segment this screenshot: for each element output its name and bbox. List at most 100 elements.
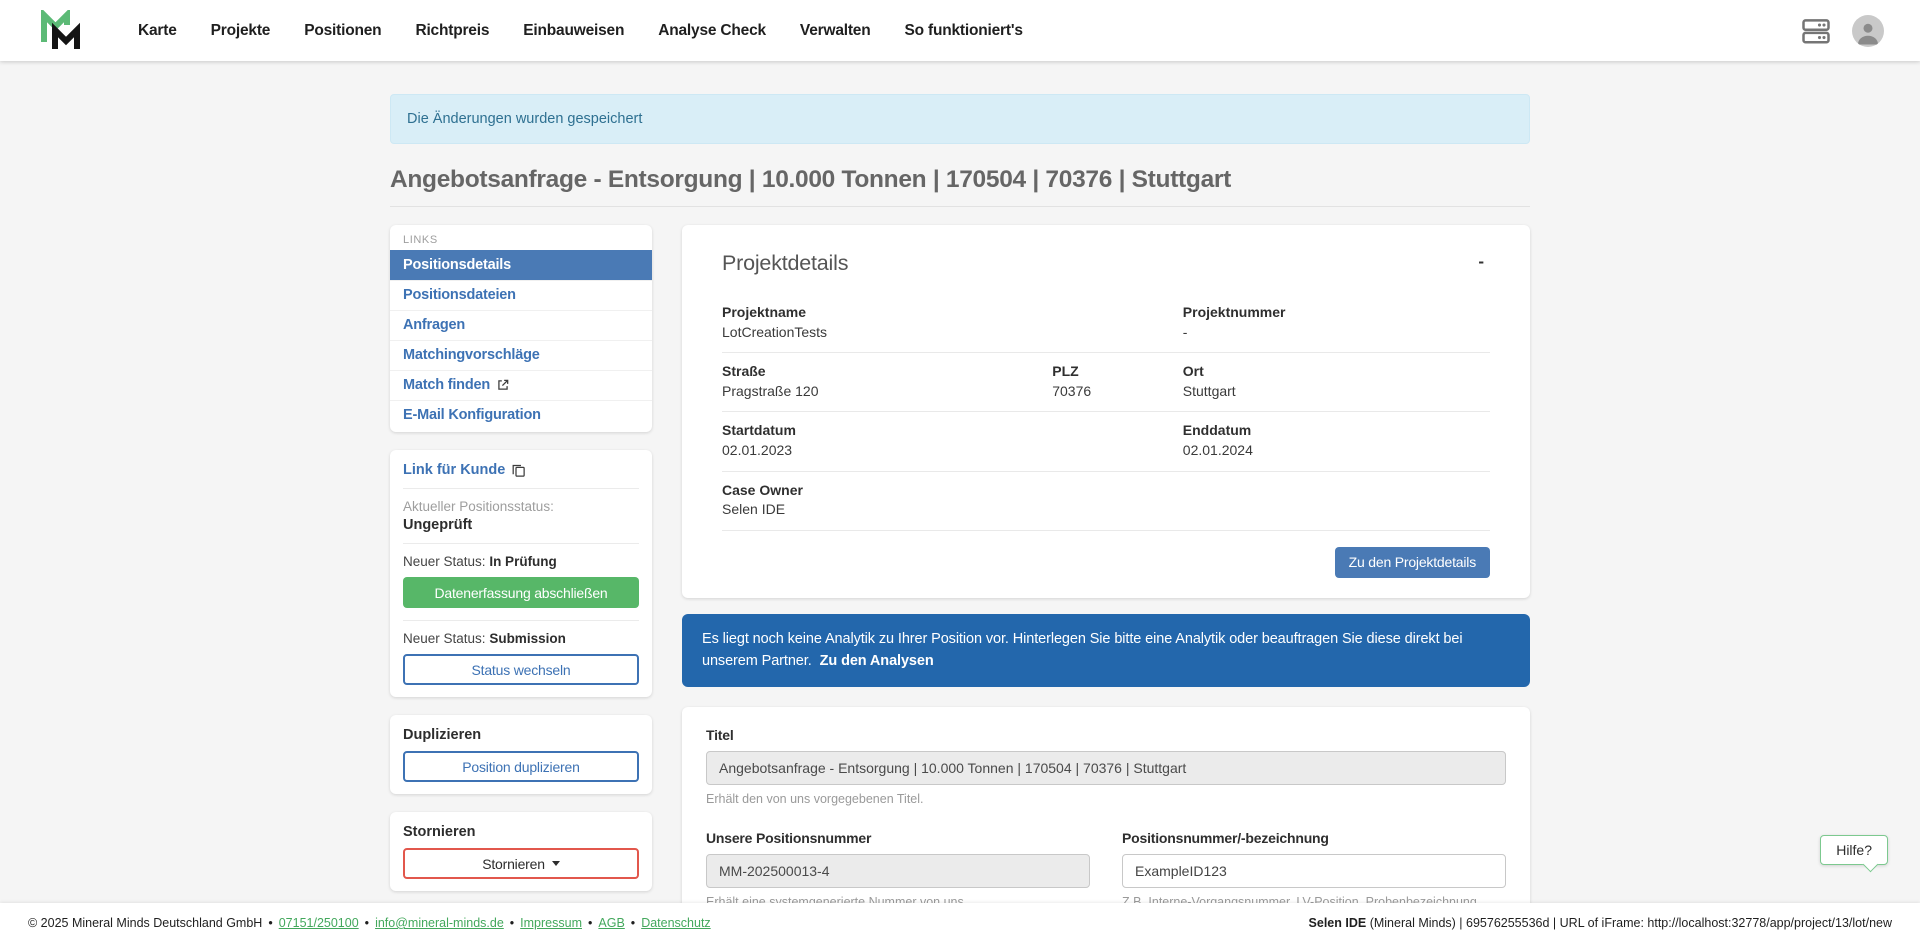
cancel-card-title: Stornieren bbox=[403, 824, 639, 840]
our-number-field: Unsere Positionsnummer Erhält eine syste… bbox=[706, 830, 1090, 909]
nav-item-einbauweisen[interactable]: Einbauweisen bbox=[523, 22, 624, 40]
session-info: Selen IDE (Mineral Minds) | 69576255536d… bbox=[1309, 916, 1892, 930]
person-icon bbox=[1852, 17, 1884, 47]
new-status-line-2: Neuer Status: Submission bbox=[403, 631, 639, 646]
help-button[interactable]: Hilfe? bbox=[1820, 835, 1888, 865]
duplicate-card-title: Duplizieren bbox=[403, 727, 639, 743]
analytics-banner-text: Es liegt noch keine Analytik zu Ihrer Po… bbox=[702, 631, 1462, 669]
footer: © 2025 Mineral Minds Deutschland GmbH • … bbox=[0, 903, 1920, 943]
nav-item-karte[interactable]: Karte bbox=[138, 22, 177, 40]
saved-alert: Die Änderungen wurden gespeichert bbox=[390, 94, 1530, 144]
new-status-value: Submission bbox=[489, 631, 566, 646]
nav-item-analyse-check[interactable]: Analyse Check bbox=[658, 22, 766, 40]
footer-datenschutz-link[interactable]: Datenschutz bbox=[641, 916, 710, 930]
position-number-input[interactable] bbox=[1122, 854, 1506, 888]
new-status-prefix: Neuer Status: bbox=[403, 554, 486, 569]
sidebar-item-email-konfiguration[interactable]: E-Mail Konfiguration bbox=[390, 400, 652, 430]
go-to-analyses-link[interactable]: Zu den Analysen bbox=[820, 653, 934, 669]
project-details-card: Projektdetails - Projektname LotCreation… bbox=[682, 225, 1530, 598]
field-value: 02.01.2023 bbox=[722, 441, 1183, 461]
mineral-minds-logo[interactable] bbox=[40, 10, 82, 52]
field-label: Projektname bbox=[722, 303, 1183, 323]
server-status-icon[interactable] bbox=[1800, 16, 1832, 46]
customer-link[interactable]: Link für Kunde bbox=[403, 462, 639, 489]
field-label: Straße bbox=[722, 362, 1052, 382]
field-label: Startdatum bbox=[722, 421, 1183, 441]
divider bbox=[403, 620, 639, 621]
user-avatar[interactable] bbox=[1852, 15, 1884, 47]
copyright-text: © 2025 Mineral Minds Deutschland GmbH bbox=[28, 916, 262, 930]
project-row-name-number: Projektname LotCreationTests Projektnumm… bbox=[722, 294, 1490, 353]
field-label: PLZ bbox=[1052, 362, 1183, 382]
customer-link-label: Link für Kunde bbox=[403, 462, 505, 478]
new-status-value: In Prüfung bbox=[489, 554, 557, 569]
saved-alert-text: Die Änderungen wurden gespeichert bbox=[407, 111, 642, 127]
title-input bbox=[706, 751, 1506, 785]
finish-data-entry-button[interactable]: Datenerfassung abschließen bbox=[403, 577, 639, 608]
footer-email-link[interactable]: info@mineral-minds.de bbox=[375, 916, 504, 930]
status-card: Link für Kunde Aktueller Positionsstatus… bbox=[390, 450, 652, 697]
page-body: Die Änderungen wurden gespeichert Angebo… bbox=[0, 61, 1920, 943]
nav-item-verwalten[interactable]: Verwalten bbox=[800, 22, 871, 40]
top-navbar: Karte Projekte Positionen Richtpreis Ein… bbox=[0, 0, 1920, 61]
sidebar-item-label: Match finden bbox=[403, 377, 490, 393]
sidebar-item-label: Matchingvorschläge bbox=[403, 347, 540, 363]
sidebar-item-match-finden[interactable]: Match finden bbox=[390, 370, 652, 400]
duplicate-position-button[interactable]: Position duplizieren bbox=[403, 751, 639, 782]
footer-separator: • bbox=[510, 916, 514, 930]
cancel-card: Stornieren Stornieren bbox=[390, 812, 652, 891]
nav-item-so-funktionierts[interactable]: So funktioniert's bbox=[905, 22, 1023, 40]
duplicate-card: Duplizieren Position duplizieren bbox=[390, 715, 652, 794]
sidebar-item-label: E-Mail Konfiguration bbox=[403, 407, 541, 423]
footer-agb-link[interactable]: AGB bbox=[598, 916, 624, 930]
sidebar: LINKS Positionsdetails Positionsdateien … bbox=[390, 225, 652, 891]
switch-status-button[interactable]: Status wechseln bbox=[403, 654, 639, 685]
field-value: Pragstraße 120 bbox=[722, 382, 1052, 402]
session-user: Selen IDE bbox=[1309, 916, 1367, 930]
go-to-project-details-button[interactable]: Zu den Projektdetails bbox=[1335, 547, 1490, 578]
field-label: Enddatum bbox=[1183, 421, 1490, 441]
field-value: Stuttgart bbox=[1183, 382, 1490, 402]
current-status-value: Ungeprüft bbox=[403, 517, 639, 533]
sidebar-item-positionsdetails[interactable]: Positionsdetails bbox=[390, 250, 652, 280]
sidebar-item-matchingvorschlaege[interactable]: Matchingvorschläge bbox=[390, 340, 652, 370]
links-header: LINKS bbox=[390, 225, 652, 250]
new-status-line-1: Neuer Status: In Prüfung bbox=[403, 554, 639, 569]
field-value: 02.01.2024 bbox=[1183, 441, 1490, 461]
position-number-field: Positionsnummer/-bezeichnung Z.B. Intern… bbox=[1122, 830, 1506, 909]
links-card: LINKS Positionsdetails Positionsdateien … bbox=[390, 225, 652, 432]
title-helper-text: Erhält den von uns vorgegebenen Titel. bbox=[706, 792, 1506, 806]
field-label: Ort bbox=[1183, 362, 1490, 382]
current-status-label: Aktueller Positionsstatus: bbox=[403, 499, 639, 514]
new-status-prefix: Neuer Status: bbox=[403, 631, 486, 646]
cancel-dropdown-button[interactable]: Stornieren bbox=[403, 848, 639, 879]
copy-icon bbox=[511, 463, 526, 478]
footer-separator: • bbox=[631, 916, 635, 930]
footer-impressum-link[interactable]: Impressum bbox=[520, 916, 582, 930]
main-nav: Karte Projekte Positionen Richtpreis Ein… bbox=[138, 22, 1800, 40]
session-details: (Mineral Minds) | 69576255536d | URL of … bbox=[1370, 916, 1892, 930]
position-number-label: Positionsnummer/-bezeichnung bbox=[1122, 830, 1506, 846]
caret-down-icon bbox=[552, 861, 560, 866]
project-row-dates: Startdatum 02.01.2023 Enddatum 02.01.202… bbox=[722, 412, 1490, 471]
divider bbox=[403, 543, 639, 544]
sidebar-item-label: Positionsdetails bbox=[403, 257, 511, 273]
nav-item-richtpreis[interactable]: Richtpreis bbox=[415, 22, 489, 40]
sidebar-item-positionsdateien[interactable]: Positionsdateien bbox=[390, 280, 652, 310]
field-value: - bbox=[1183, 323, 1490, 343]
external-link-icon bbox=[496, 378, 510, 392]
project-row-owner: Case Owner Selen IDE bbox=[722, 472, 1490, 531]
our-number-input bbox=[706, 854, 1090, 888]
footer-phone-link[interactable]: 07151/250100 bbox=[279, 916, 359, 930]
field-label: Projektnummer bbox=[1183, 303, 1490, 323]
our-number-label: Unsere Positionsnummer bbox=[706, 830, 1090, 846]
nav-item-positionen[interactable]: Positionen bbox=[304, 22, 381, 40]
main-content: Projektdetails - Projektname LotCreation… bbox=[682, 225, 1530, 943]
collapse-toggle[interactable]: - bbox=[1472, 251, 1490, 272]
footer-separator: • bbox=[268, 916, 272, 930]
sidebar-item-anfragen[interactable]: Anfragen bbox=[390, 310, 652, 340]
nav-item-projekte[interactable]: Projekte bbox=[211, 22, 271, 40]
field-label: Case Owner bbox=[722, 481, 1183, 501]
sidebar-item-label: Positionsdateien bbox=[403, 287, 516, 303]
field-value: LotCreationTests bbox=[722, 323, 1183, 343]
